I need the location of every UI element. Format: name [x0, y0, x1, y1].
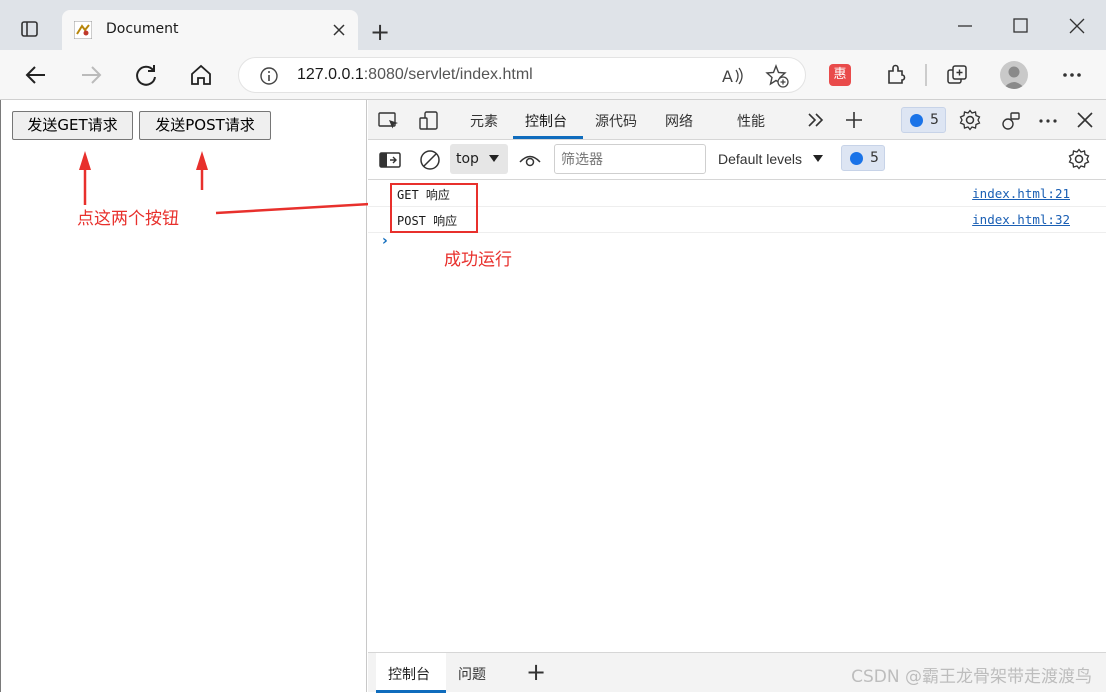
message-icon	[850, 152, 863, 165]
url-host: 127.0.0.1	[297, 66, 364, 83]
tab-actions-icon[interactable]	[20, 20, 40, 38]
home-icon[interactable]	[188, 62, 214, 88]
minimize-icon[interactable]	[956, 17, 974, 35]
drawer-tabbar: 控制台 问题 + CSDN @霸王龙骨架带走渡渡鸟	[368, 652, 1106, 693]
log-source-link[interactable]: index.html:21	[972, 186, 1070, 201]
collections-icon[interactable]	[945, 63, 969, 87]
devtools-close-icon[interactable]	[1076, 111, 1094, 129]
page-viewport: 发送GET请求 发送POST请求 点这两个按钮	[0, 100, 372, 692]
watermark: CSDN @霸王龙骨架带走渡渡鸟	[851, 667, 1092, 687]
address-bar[interactable]: 127.0.0.1:8080/servlet/index.html A	[238, 57, 806, 93]
more-menu-icon[interactable]	[1060, 63, 1084, 87]
drawer-add-tab-button[interactable]: +	[526, 658, 546, 686]
url-text: 127.0.0.1:8080/servlet/index.html	[297, 66, 533, 84]
read-aloud-icon[interactable]: A	[721, 65, 745, 87]
annotation-success: 成功运行	[444, 250, 512, 270]
tab-network[interactable]: 网络	[665, 111, 693, 131]
drawer-tab-console-label: 控制台	[388, 667, 430, 683]
console-log-row: GET 响应 index.html:21	[368, 181, 1106, 207]
maximize-icon[interactable]	[1012, 17, 1030, 35]
tab-title: Document	[106, 21, 179, 37]
log-levels-label: Default levels	[718, 151, 803, 167]
extension-badge[interactable]: 惠	[829, 64, 851, 86]
context-selector[interactable]: top	[450, 144, 508, 174]
dropdown-arrow-icon	[489, 155, 499, 162]
forward-icon[interactable]	[78, 62, 104, 88]
messages-badge[interactable]: 5	[841, 145, 885, 171]
log-levels-dropdown[interactable]: Default levels	[718, 151, 824, 167]
sidebar-toggle-icon[interactable]	[379, 150, 401, 170]
console-log-row: POST 响应 index.html:32	[368, 207, 1106, 233]
toolbar-divider	[925, 64, 927, 86]
issues-badge[interactable]: 5	[901, 107, 946, 133]
settings-gear-icon[interactable]	[959, 109, 981, 131]
refresh-icon[interactable]	[133, 62, 159, 88]
live-expression-eye-icon[interactable]	[518, 150, 542, 170]
extensions-icon[interactable]	[884, 63, 908, 87]
window-close-icon[interactable]	[1068, 17, 1086, 35]
active-tab-indicator	[513, 136, 583, 139]
new-tab-button[interactable]: +	[370, 18, 390, 46]
tab-sources[interactable]: 源代码	[595, 111, 637, 131]
clear-console-icon[interactable]	[419, 149, 441, 171]
site-info-icon[interactable]	[259, 66, 279, 86]
add-tab-icon[interactable]	[844, 110, 864, 130]
customize-icon[interactable]	[1000, 110, 1022, 132]
highlight-box	[390, 183, 478, 233]
console-settings-icon[interactable]	[1068, 148, 1090, 170]
inspect-element-icon[interactable]	[378, 111, 400, 131]
device-emulation-icon[interactable]	[418, 110, 440, 132]
annotation-click-buttons: 点这两个按钮	[77, 209, 179, 229]
console-toolbar: top Default levels 5	[368, 140, 1106, 180]
dropdown-arrow-icon	[812, 155, 823, 162]
drawer-tab-console[interactable]: 控制台	[376, 653, 446, 693]
context-value: top	[456, 151, 479, 167]
tab-elements[interactable]: 元素	[470, 111, 498, 131]
devtools-panel: 元素 控制台 源代码 网络 性能 5 top 筛选器 Default level…	[368, 100, 1106, 693]
title-bar: Document +	[0, 0, 1106, 50]
url-path: :8080/servlet/index.html	[363, 66, 533, 83]
devtools-toolbar: 元素 控制台 源代码 网络 性能 5	[368, 100, 1106, 140]
drawer-tab-issues[interactable]: 问题	[458, 664, 486, 684]
close-tab-icon[interactable]	[330, 21, 348, 39]
tab-console[interactable]: 控制台	[525, 111, 567, 131]
filter-input[interactable]	[554, 144, 706, 174]
tab-performance[interactable]: 性能	[737, 111, 765, 131]
console-prompt[interactable]: ›	[382, 233, 388, 249]
back-icon[interactable]	[23, 62, 49, 88]
navigation-bar: 127.0.0.1:8080/servlet/index.html A 惠	[0, 50, 1106, 100]
favicon-icon	[73, 20, 93, 40]
log-source-link[interactable]: index.html:32	[972, 212, 1070, 227]
svg-text:A: A	[722, 67, 733, 86]
message-icon	[910, 114, 923, 127]
browser-tab[interactable]: Document	[62, 10, 358, 50]
favorites-add-icon[interactable]	[765, 64, 789, 88]
annotation-arrows	[1, 100, 372, 300]
devtools-more-icon[interactable]	[1037, 110, 1059, 132]
profile-avatar[interactable]	[1000, 61, 1028, 89]
more-tabs-icon[interactable]	[806, 111, 826, 129]
